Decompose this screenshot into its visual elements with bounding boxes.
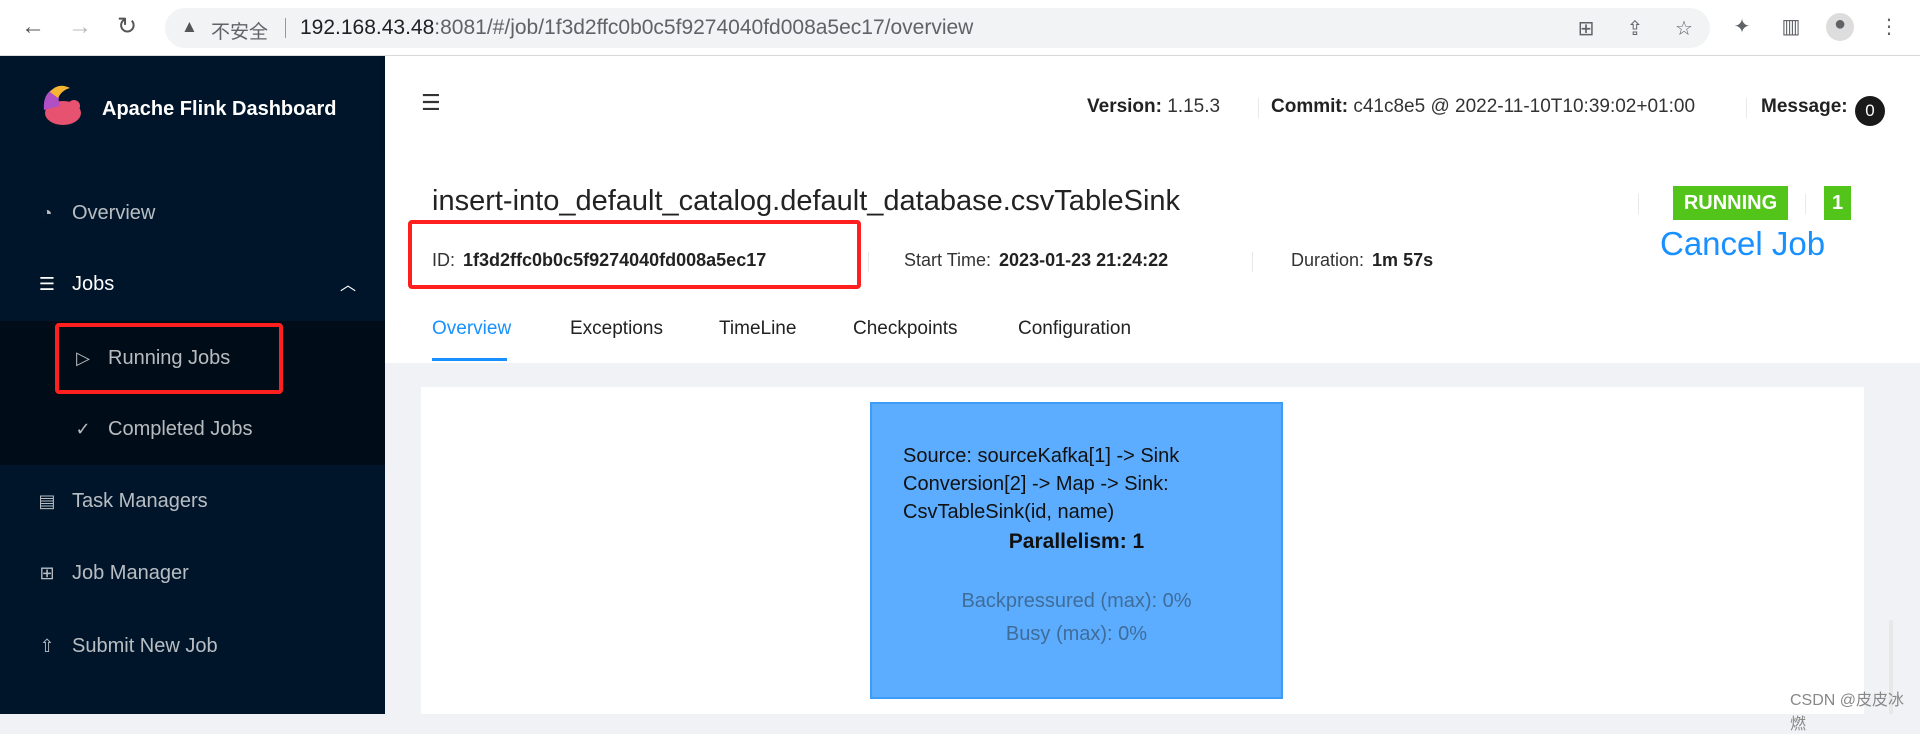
check-circle-icon: ✓ (75, 419, 91, 439)
sidebar: Apache Flink Dashboard ◔ Overview ☰ Jobs… (0, 56, 385, 714)
status-badge: RUNNING (1673, 186, 1788, 220)
tab-checkpoints[interactable]: Checkpoints (853, 318, 958, 340)
sidebar-item-label: Task Managers (72, 490, 208, 512)
forward-icon[interactable]: → (65, 12, 95, 42)
sidebar-item-label: Job Manager (72, 562, 189, 584)
url-host: 192.168.43.48 (300, 16, 435, 39)
commit-label: Commit: (1271, 96, 1349, 117)
version-info: Version: 1.15.3 (1087, 96, 1220, 118)
message-count-badge[interactable]: 0 (1855, 96, 1885, 126)
translate-icon[interactable]: ⊞ (1572, 16, 1600, 41)
divider (1252, 252, 1253, 272)
flink-logo-icon (43, 85, 81, 125)
node-backpressured: Backpressured (max): 0% (961, 590, 1192, 612)
divider (285, 18, 286, 38)
divider (868, 252, 869, 272)
duration-value: 1m 57s (1372, 250, 1434, 270)
sidebar-item-label: Submit New Job (72, 635, 218, 657)
job-title: insert-into_default_catalog.default_data… (432, 185, 1181, 217)
more-menu-icon[interactable]: ⋮ (1875, 14, 1903, 39)
message-label: Message: (1747, 96, 1848, 118)
sidebar-item-completed-jobs[interactable]: ✓ Completed Jobs (0, 400, 385, 460)
tab-exceptions[interactable]: Exceptions (570, 318, 663, 340)
parallelism-badge: 1 (1824, 186, 1851, 220)
node-parallelism: Parallelism: 1 (1008, 530, 1145, 553)
sidebar-item-job-manager[interactable]: ⊞ Job Manager (0, 544, 385, 604)
share-icon[interactable]: ⇪ (1621, 16, 1649, 41)
address-bar[interactable]: ▲ 不安全 192.168.43.48:8081/#/job/1f3d2ffc0… (165, 8, 1710, 48)
watermark: CSDN @皮皮冰燃 (1790, 692, 1905, 733)
start-time: Start Time: 2023-01-23 21:24:22 (904, 250, 1168, 271)
browser-toolbar: ← → ↻ ▲ 不安全 192.168.43.48:8081/#/job/1f3… (0, 0, 1920, 56)
sidebar-item-jobs[interactable]: ☰ Jobs ︿ (0, 255, 385, 315)
bookmark-star-icon[interactable]: ☆ (1670, 16, 1698, 41)
build-icon: ⊞ (39, 563, 55, 583)
divider (1805, 194, 1806, 214)
schedule-icon: ▤ (38, 491, 56, 511)
commit-info: Commit: c41c8e5 @ 2022-11-10T10:39:02+01… (1257, 96, 1695, 118)
chevron-up-icon: ︿ (340, 277, 357, 294)
duration-label: Duration: (1291, 250, 1365, 270)
insecure-label: 不安全 (211, 22, 269, 43)
sidebar-item-submit-new-job[interactable]: ⇧ Submit New Job (0, 617, 385, 677)
reload-icon[interactable]: ↻ (112, 12, 142, 42)
top-header: ☰ Version: 1.15.3 Commit: c41c8e5 @ 2022… (385, 56, 1920, 154)
duration: Duration: 1m 57s (1291, 250, 1433, 271)
job-header: insert-into_default_catalog.default_data… (385, 154, 1920, 363)
job-graph-node[interactable]: Source: sourceKafka[1] -> Sink Conversio… (870, 402, 1283, 699)
url-path: :8081/#/job/1f3d2ffc0b0c5f9274040fd008a5… (434, 16, 974, 39)
upload-icon: ⇧ (39, 636, 55, 656)
node-name: Source: sourceKafka[1] -> Sink Conversio… (903, 445, 1180, 523)
divider (1638, 194, 1639, 214)
dashboard-icon: ◔ (41, 203, 53, 223)
node-busy: Busy (max): 0% (1005, 623, 1148, 645)
extensions-icon[interactable]: ✦ (1728, 14, 1756, 39)
sidebar-item-task-managers[interactable]: ▤ Task Managers (0, 472, 385, 532)
highlight-box (408, 220, 861, 289)
tab-overview[interactable]: Overview (432, 318, 511, 340)
sidebar-item-label: Overview (72, 202, 156, 224)
start-label: Start Time: (904, 250, 992, 270)
url-text[interactable]: 192.168.43.48:8081/#/job/1f3d2ffc0b0c5f9… (300, 16, 973, 40)
menu-fold-icon[interactable]: ☰ (421, 90, 441, 116)
sidebar-item-label: Jobs (72, 273, 115, 295)
profile-icon[interactable]: ● (1826, 13, 1854, 41)
version-value: 1.15.3 (1167, 96, 1221, 117)
commit-value: c41c8e5 @ 2022-11-10T10:39:02+01:00 (1353, 96, 1696, 117)
list-icon: ☰ (38, 274, 56, 294)
sidebar-item-label: Completed Jobs (108, 418, 253, 440)
cancel-job-button[interactable]: Cancel Job (1660, 225, 1825, 263)
brand-title: Apache Flink Dashboard (102, 98, 337, 120)
highlight-box (55, 323, 283, 394)
message-label-text: Message: (1761, 96, 1848, 117)
sidebar-item-overview[interactable]: ◔ Overview (0, 184, 385, 244)
warning-icon: ▲ (181, 17, 198, 36)
tab-configuration[interactable]: Configuration (1018, 318, 1131, 340)
start-value: 2023-01-23 21:24:22 (999, 250, 1169, 270)
version-label: Version: (1087, 96, 1162, 117)
back-icon[interactable]: ← (18, 12, 48, 42)
active-tab-indicator (432, 358, 507, 361)
tab-timeline[interactable]: TimeLine (719, 318, 796, 340)
side-panel-icon[interactable]: ▥ (1777, 14, 1805, 39)
